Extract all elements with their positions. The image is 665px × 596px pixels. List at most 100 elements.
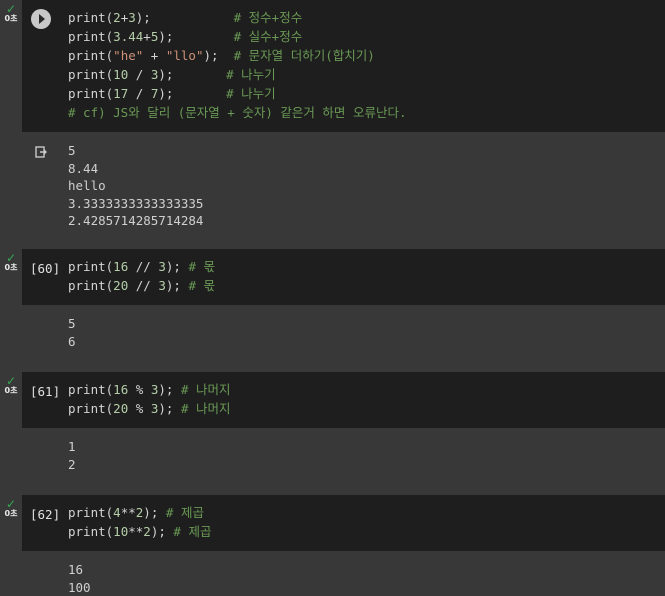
execution-count: [60] [30,259,60,278]
code-token [219,48,234,63]
exec-time: 0초 [0,14,22,24]
code-line: print(3.44+5); # 실수+정수 [68,27,407,46]
code-token: 2 [143,524,151,539]
code-token: print [68,29,106,44]
code-lines: print(4**2); # 제곱print(10**2); # 제곱 [68,503,211,541]
code-line: print(16 % 3); # 나머지 [68,380,231,399]
code-token [151,10,234,25]
code-token: ** [128,524,143,539]
code-token: # 제곱 [166,505,204,520]
output-line: 5 [68,315,76,333]
code-line: print(16 // 3); # 몫 [68,257,215,276]
code-token [173,29,233,44]
code-token: # 나머지 [181,401,231,416]
code-token: 3 [158,259,166,274]
code-cell-61: ✓ 0초 [61] print(16 % 3); # 나머지print(20 %… [0,372,665,490]
code-token: # 문자열 더하기(합치기) [234,48,375,63]
exec-time: 0초 [0,263,22,273]
output-area: 58.44hello3.33333333333333352.4285714285… [22,140,665,240]
code-token: 17 [113,86,128,101]
code-token [173,401,181,416]
execution-count: [61] [30,382,60,401]
code-editor[interactable]: print(2+3); # 정수+정수print(3.44+5); # 실수+정… [22,0,665,132]
code-token [173,67,226,82]
code-cell-62: ✓ 0초 [62] print(4**2); # 제곱print(10**2);… [0,495,665,595]
code-token: ); [158,29,173,44]
output-line: 5 [68,142,203,160]
code-token: # 실수+정수 [234,29,303,44]
code-token: print [68,278,106,293]
code-token: 20 [113,278,128,293]
code-token: print [68,48,106,63]
code-token: 4 [113,505,121,520]
check-icon: ✓ [0,499,22,509]
code-token: 3.44 [113,29,143,44]
code-token: # 나누기 [226,86,276,101]
code-token: # 나머지 [181,382,231,397]
code-token: ** [121,505,136,520]
code-token: 16 [113,259,128,274]
cell-status: ✓ 0초 [0,249,22,273]
code-token: print [68,10,106,25]
code-token: ); [166,278,181,293]
code-token: print [68,259,106,274]
code-token: % [128,382,151,397]
output-area: 16100 [22,559,665,595]
exec-time: 0초 [0,509,22,519]
check-icon: ✓ [0,376,22,386]
cell-status: ✓ 0초 [0,495,22,519]
code-token: // [128,259,158,274]
code-cell-1: ✓ 0초 print(2+3); # 정수+정수print(3.44+5); #… [0,0,665,245]
code-token: % [128,401,151,416]
code-token: print [68,86,106,101]
code-token: ); [151,524,166,539]
code-line: print(20 // 3); # 몫 [68,276,215,295]
code-token: # 몫 [188,278,215,293]
output-line: 16 [68,561,91,579]
output-line: 100 [68,579,91,596]
code-token: 10 [113,67,128,82]
code-token: # 정수+정수 [234,10,303,25]
output-area: 56 [22,313,665,363]
code-lines: print(16 // 3); # 몫print(20 // 3); # 몫 [68,257,215,295]
output-lines: 58.44hello3.33333333333333352.4285714285… [68,142,203,230]
check-icon: ✓ [0,253,22,263]
code-line: print(17 / 7); # 나누기 [68,84,407,103]
code-token: ); [143,505,158,520]
code-token: ); [158,401,173,416]
code-token: 20 [113,401,128,416]
code-token: "llo" [166,48,204,63]
code-token: ); [158,382,173,397]
code-line: print(10 / 3); # 나누기 [68,65,407,84]
code-token: ); [136,10,151,25]
code-token: 10 [113,524,128,539]
code-token: print [68,524,106,539]
code-token: print [68,67,106,82]
code-token: 2 [113,10,121,25]
code-token: print [68,382,106,397]
code-line: print("he" + "llo"); # 문자열 더하기(합치기) [68,46,407,65]
code-token: print [68,401,106,416]
code-lines: print(16 % 3); # 나머지print(20 % 3); # 나머지 [68,380,231,418]
code-line: print(4**2); # 제곱 [68,503,211,522]
output-line: 8.44 [68,160,203,178]
code-editor[interactable]: [60] print(16 // 3); # 몫print(20 // 3); … [22,249,665,305]
code-token: ); [158,86,173,101]
execution-count: [62] [30,505,60,524]
output-line: 6 [68,333,76,351]
check-icon: ✓ [0,4,22,14]
code-token: ); [166,259,181,274]
output-lines: 56 [68,315,76,350]
code-token: ); [158,67,173,82]
code-token: / [128,67,151,82]
code-token: # 나누기 [226,67,276,82]
play-icon[interactable] [31,9,51,29]
output-line: 2 [68,456,76,474]
code-line: print(20 % 3); # 나머지 [68,399,231,418]
code-editor[interactable]: [62] print(4**2); # 제곱print(10**2); # 제곱 [22,495,665,551]
output-redirect-icon[interactable] [35,146,47,158]
code-token: + [143,29,151,44]
output-line: hello [68,177,203,195]
code-editor[interactable]: [61] print(16 % 3); # 나머지print(20 % 3); … [22,372,665,428]
code-token [173,86,226,101]
